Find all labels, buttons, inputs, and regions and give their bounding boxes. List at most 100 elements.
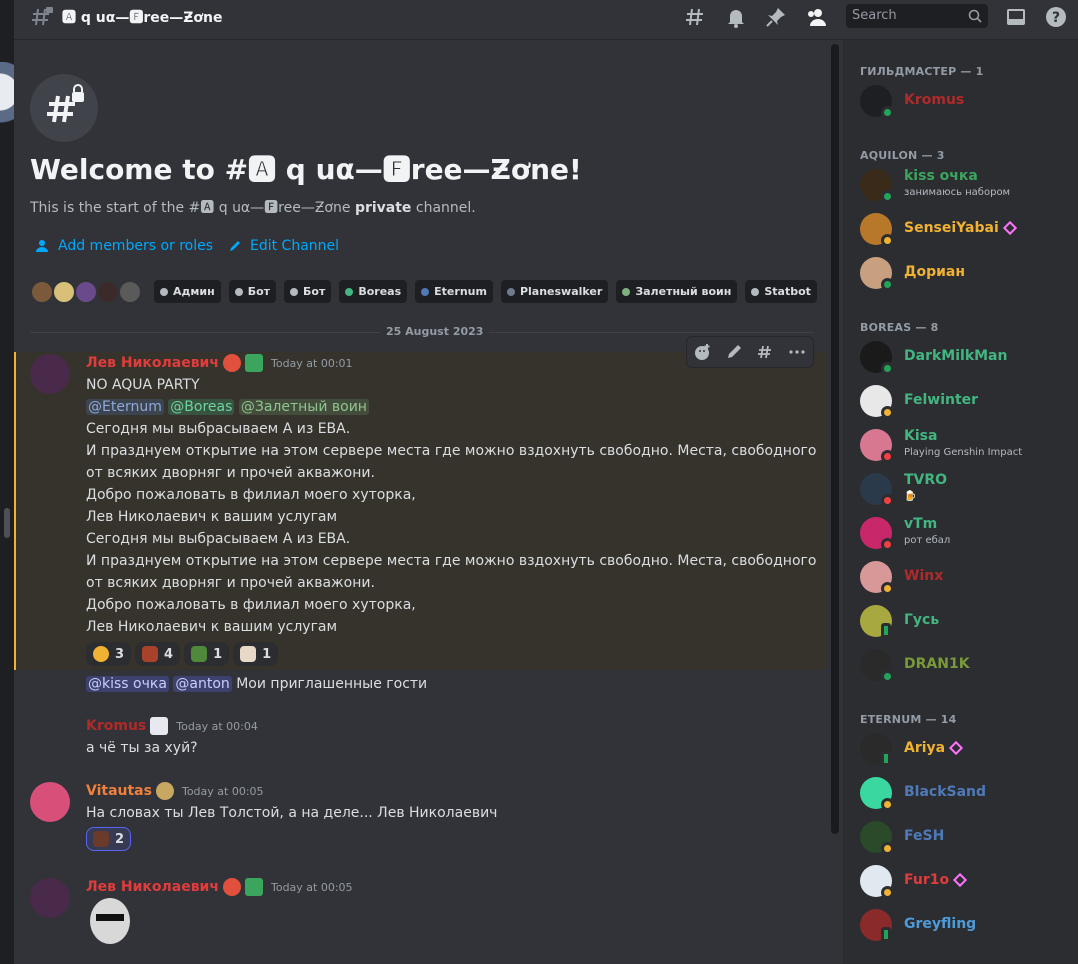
member-list: ГИЛЬДМАСТЕР — 1 AQUILON — 3 BOREAS — 8 E… [843, 40, 1078, 964]
avatar[interactable] [30, 354, 70, 394]
add-member-icon [36, 240, 48, 252]
message-line: Добро пожаловать в филиал моего хуторка, [86, 487, 416, 503]
member-item[interactable]: Kisa Playing Genshin Impact [860, 425, 1070, 465]
reaction-button[interactable]: 2 [86, 827, 132, 851]
more-options-icon[interactable] [788, 343, 806, 361]
avatar[interactable] [30, 878, 70, 918]
message-line: @Eternum @Boreas @Залетный воин [86, 396, 369, 418]
user-mention[interactable]: @anton [173, 676, 232, 692]
reaction-button[interactable]: 4 [135, 642, 181, 666]
member-item[interactable]: kiss очка занимаюсь набором [860, 165, 1070, 205]
role-mention[interactable]: @Eternum [86, 399, 164, 415]
member-item[interactable]: Greyfling [860, 905, 1070, 945]
reaction-bar: 3 4 1 1 [86, 642, 279, 666]
message-author[interactable]: Лев Николаевич [86, 355, 219, 371]
status-indicator [881, 798, 894, 811]
role-tag[interactable]: Админ [154, 280, 221, 303]
status-indicator [881, 190, 894, 203]
member-name: Kromus [904, 92, 965, 108]
search-input[interactable]: Search [846, 4, 988, 28]
inbox-icon[interactable] [1004, 5, 1028, 29]
scroll-handle[interactable] [4, 508, 10, 538]
sword-badge-icon [150, 717, 169, 735]
role-tag[interactable]: Eternum [415, 280, 493, 303]
add-reaction-icon[interactable] [694, 343, 712, 361]
message-line: И празднуем открытие на этом сервере мес… [86, 443, 817, 459]
member-item[interactable]: SenseiYabai [860, 209, 1070, 249]
reaction-button[interactable]: 1 [184, 642, 230, 666]
member-name: Дориан [904, 264, 966, 280]
member-avatar-stack[interactable] [30, 280, 142, 304]
role-tag[interactable]: Statbot [745, 280, 817, 303]
add-members-button[interactable]: Add members or roles [36, 238, 213, 254]
member-name: FeSH [904, 828, 945, 844]
message-line: Сегодня мы выбрасываем А из ЕВА. [86, 421, 351, 437]
user-mention[interactable]: @kiss очка [86, 676, 169, 692]
nitro-boost-icon [953, 872, 968, 888]
member-item[interactable]: TVRO 🍺 [860, 469, 1070, 509]
member-activity: Playing Genshin Impact [904, 447, 1023, 458]
member-group-title: ГИЛЬДМАСТЕР — 1 [860, 65, 984, 78]
member-item[interactable]: DRAN1K [860, 645, 1070, 685]
role-label: Boreas [358, 285, 402, 298]
role-label: Бот [247, 285, 271, 298]
avatar[interactable] [30, 782, 70, 822]
role-tag[interactable]: Бот [284, 280, 332, 303]
reaction-button[interactable]: 3 [86, 642, 132, 666]
welcome-subtitle: This is the start of the #🅰 q uα—🅵ree—Ƶơ… [30, 200, 476, 216]
member-item[interactable]: BlackSand [860, 773, 1070, 813]
sticker-image[interactable] [90, 898, 130, 944]
threads-icon[interactable] [684, 5, 708, 29]
message-header: Kromus Today at 00:04 [86, 717, 258, 735]
role-tag[interactable]: Залетный воин [616, 280, 738, 303]
member-item[interactable]: Kromus [860, 81, 1070, 121]
member-item[interactable]: Дориан [860, 253, 1070, 293]
member-name: Felwinter [904, 392, 979, 408]
member-group-title: ETERNUM — 14 [860, 713, 957, 726]
message-author[interactable]: Kromus [86, 718, 146, 734]
member-activity: рот ебал [904, 535, 951, 546]
edit-icon[interactable] [725, 343, 743, 361]
role-tag[interactable]: Бот [228, 280, 277, 303]
pencil-icon [230, 241, 240, 251]
role-tag[interactable]: Planeswalker [500, 280, 609, 303]
member-item[interactable]: Fur1o [860, 861, 1070, 901]
avatar [30, 280, 54, 304]
member-list-icon[interactable] [804, 5, 828, 29]
member-name: TVRO [904, 472, 948, 488]
message-timestamp: Today at 00:05 [270, 880, 353, 894]
date-divider: 25 August 2023 [30, 325, 814, 338]
role-mention[interactable]: @Boreas [168, 399, 235, 415]
member-item[interactable]: FeSH [860, 817, 1070, 857]
reaction-button[interactable]: 1 [233, 642, 279, 666]
member-group-title: BOREAS — 8 [860, 321, 939, 334]
member-item[interactable]: DarkMilkMan [860, 337, 1070, 377]
status-indicator [881, 362, 894, 375]
message-line: NO AQUA PARTY [86, 377, 200, 393]
member-item[interactable]: Ariya [860, 729, 1070, 769]
message-author[interactable]: Vitautas [86, 783, 152, 799]
member-item[interactable]: Felwinter [860, 381, 1070, 421]
role-tag[interactable]: Boreas [339, 280, 408, 303]
role-color-dot [751, 287, 760, 296]
member-item[interactable]: Гусь [860, 601, 1070, 641]
message-line: Лев Николаевич к вашим услугам [86, 619, 338, 635]
help-icon[interactable]: ? [1044, 5, 1068, 29]
member-item[interactable]: vTm рот ебал [860, 513, 1070, 553]
message-timestamp: Today at 00:01 [270, 356, 353, 370]
edit-channel-button[interactable]: Edit Channel [228, 238, 339, 254]
server-icon[interactable] [0, 62, 14, 124]
chat-scrollbar[interactable] [831, 44, 839, 834]
message-author[interactable]: Лев Николаевич [86, 879, 219, 895]
status-indicator [881, 538, 894, 551]
message-header: Vitautas Today at 00:05 [86, 782, 264, 800]
role-mention[interactable]: @Залетный воин [238, 399, 369, 415]
pin-icon[interactable] [764, 5, 788, 29]
message-timestamp: Today at 00:04 [176, 719, 258, 733]
member-item[interactable]: Winx [860, 557, 1070, 597]
nitro-boost-icon [1002, 220, 1017, 236]
role-label: Бот [303, 285, 326, 298]
notification-bell-icon[interactable] [724, 5, 748, 29]
message-line: Лев Николаевич к вашим услугам [86, 509, 338, 525]
create-thread-icon[interactable] [757, 343, 775, 361]
